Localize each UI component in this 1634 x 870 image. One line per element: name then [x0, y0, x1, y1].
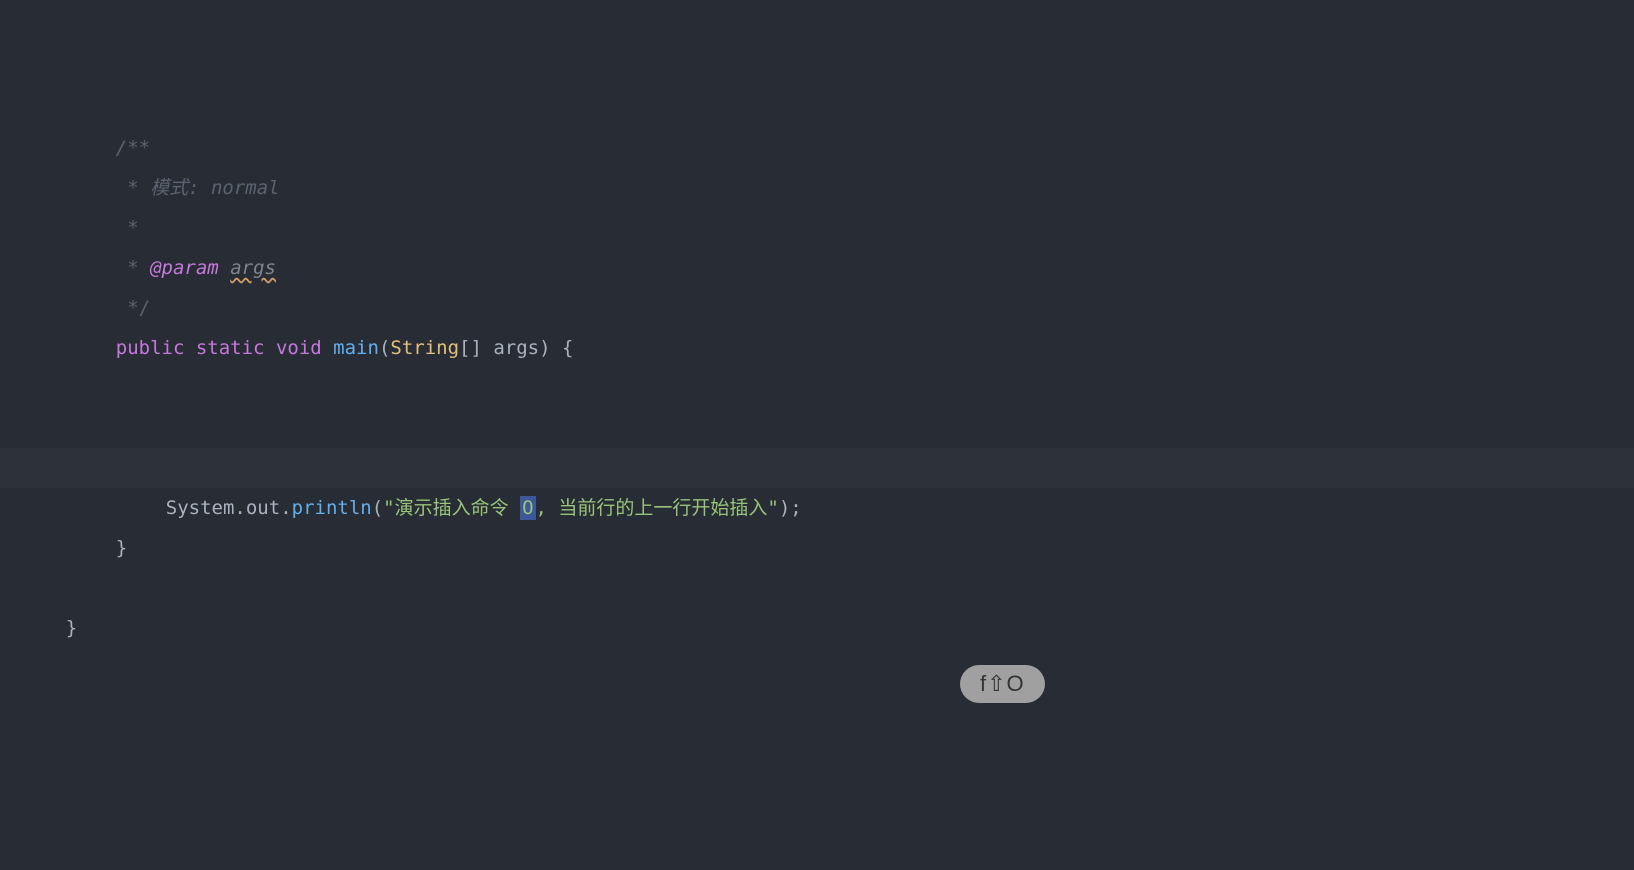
brace-close: } — [66, 617, 77, 639]
code-line: public static void main(String[] args) { — [20, 288, 1634, 328]
code-line-empty — [20, 408, 1634, 448]
code-line-empty — [20, 328, 1634, 368]
code-line: * — [20, 168, 1634, 208]
code-line: * 模式: normal — [20, 128, 1634, 168]
code-line: * @param args — [20, 208, 1634, 248]
code-line: } — [20, 488, 1634, 528]
code-line-empty — [20, 528, 1634, 568]
code-line-current: System.out.println("演示插入命令 O, 当前行的上一行开始插… — [20, 448, 1634, 488]
code-line: } — [20, 568, 1634, 608]
keystroke-text: f⇧O — [980, 671, 1025, 696]
code-line: /** — [20, 88, 1634, 128]
code-line: */ — [20, 248, 1634, 288]
code-editor[interactable]: /** * 模式: normal * * @param args */ publ… — [0, 0, 1634, 608]
keystroke-overlay: f⇧O — [960, 665, 1045, 703]
code-line-empty — [20, 368, 1634, 408]
